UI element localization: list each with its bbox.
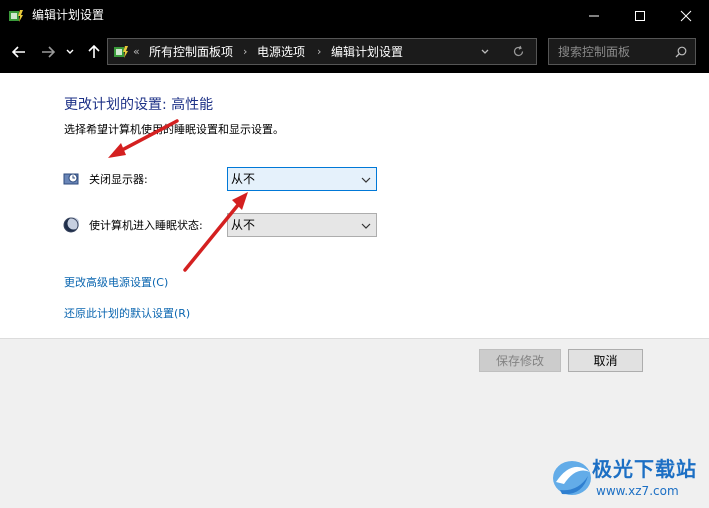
breadcrumb-overflow[interactable]: « (133, 45, 140, 59)
turn-off-display-value: 从不 (231, 172, 256, 186)
back-button[interactable] (9, 42, 29, 62)
advanced-power-settings-link[interactable]: 更改高级电源设置(C) (64, 276, 168, 290)
chevron-down-icon[interactable] (480, 47, 490, 57)
watermark-url: www.xz7.com (596, 484, 679, 498)
page-title: 更改计划的设置: 高性能 (64, 97, 214, 113)
search-placeholder: 搜索控制面板 (558, 45, 631, 59)
page-description: 选择希望计算机使用的睡眠设置和显示设置。 (64, 123, 284, 136)
display-clock-icon (63, 173, 79, 185)
breadcrumb-separator[interactable]: › (317, 45, 321, 59)
moon-icon (63, 217, 79, 233)
chevron-down-icon (361, 177, 371, 183)
turn-off-display-select[interactable]: 从不 (227, 167, 377, 191)
up-arrow-icon (88, 45, 100, 58)
back-arrow-icon (12, 46, 25, 58)
breadcrumb-all-control-panel-items[interactable]: 所有控制面板项 (149, 45, 233, 59)
forward-button[interactable] (38, 42, 58, 62)
close-icon (680, 10, 692, 21)
save-changes-button[interactable]: 保存修改 (479, 349, 561, 372)
breadcrumb-separator[interactable]: › (243, 45, 247, 59)
sleep-label: 使计算机进入睡眠状态: (89, 219, 203, 232)
breadcrumb-power-options[interactable]: 电源选项 (257, 45, 305, 59)
up-button[interactable] (84, 42, 104, 62)
address-bar[interactable]: « 所有控制面板项 › 电源选项 › 编辑计划设置 (107, 38, 537, 65)
maximize-button[interactable] (617, 0, 663, 31)
turn-off-display-label: 关闭显示器: (89, 173, 148, 186)
watermark-name: 极光下载站 (592, 457, 697, 481)
minimize-icon (589, 15, 599, 16)
window-title: 编辑计划设置 (32, 8, 105, 22)
forward-arrow-icon (42, 46, 55, 58)
breadcrumb-edit-plan-settings[interactable]: 编辑计划设置 (331, 45, 403, 59)
refresh-icon[interactable] (512, 45, 525, 58)
minimize-button[interactable] (571, 0, 617, 31)
chevron-down-icon (361, 223, 371, 229)
search-icon[interactable] (675, 46, 687, 58)
close-button[interactable] (663, 0, 709, 31)
power-options-icon (9, 10, 23, 22)
restore-defaults-link[interactable]: 还原此计划的默认设置(R) (64, 307, 190, 321)
recent-locations-button[interactable] (63, 42, 77, 62)
cancel-button[interactable]: 取消 (568, 349, 643, 372)
maximize-icon (635, 10, 645, 21)
chevron-down-icon (66, 49, 74, 54)
power-options-icon (114, 46, 128, 58)
sleep-select[interactable]: 从不 (227, 213, 377, 237)
title-bar: 编辑计划设置 (0, 0, 709, 31)
search-input[interactable]: 搜索控制面板 (548, 38, 696, 65)
sleep-value: 从不 (231, 218, 256, 232)
